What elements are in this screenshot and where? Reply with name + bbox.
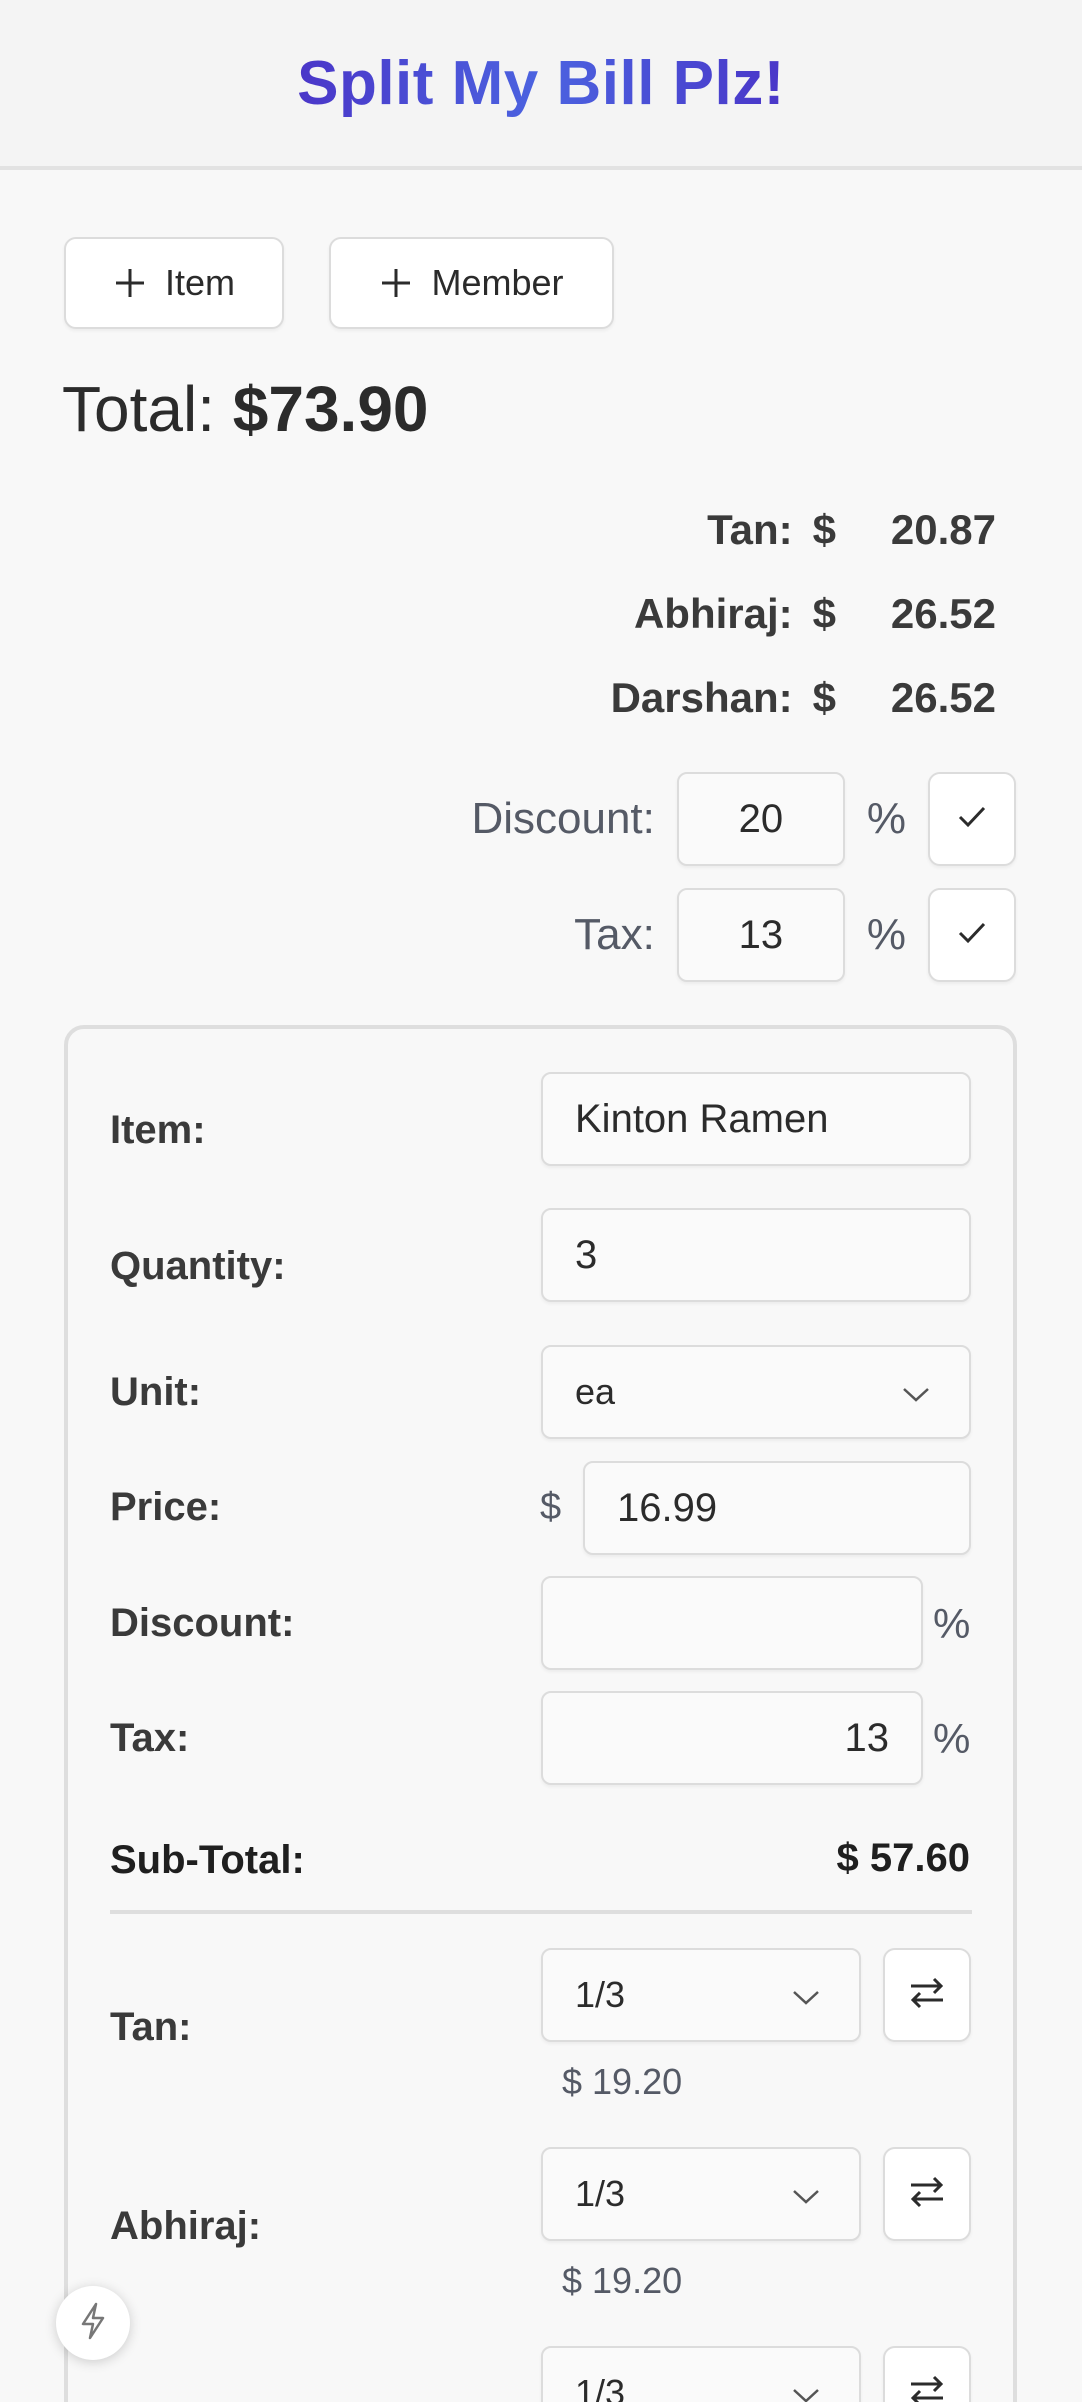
apply-tax-button[interactable] bbox=[928, 888, 1016, 982]
member-total-row: Darshan: $ 26.52 bbox=[611, 668, 996, 728]
item-tax-input[interactable]: 13 bbox=[541, 1691, 923, 1785]
app-header: Split My Bill Plz! bbox=[0, 0, 1082, 170]
app-title: Split My Bill Plz! bbox=[297, 48, 785, 118]
price-input[interactable]: 16.99 bbox=[583, 1461, 971, 1555]
chevron-down-icon bbox=[791, 2173, 821, 2215]
split-share-value: 1/3 bbox=[575, 1974, 626, 2015]
plus-icon bbox=[113, 266, 147, 300]
add-item-button[interactable]: Item bbox=[64, 237, 284, 329]
member-amount: 20.87 bbox=[890, 506, 996, 553]
subtotal-divider bbox=[110, 1910, 972, 1914]
swap-split-button[interactable] bbox=[883, 1948, 971, 2042]
swap-split-button[interactable] bbox=[883, 2147, 971, 2241]
global-tax-input[interactable]: 13 bbox=[676, 888, 845, 982]
floating-action-button[interactable] bbox=[56, 2286, 130, 2360]
item-discount-input[interactable] bbox=[541, 1576, 923, 1670]
member-currency: $ bbox=[812, 590, 836, 637]
price-label: Price: bbox=[110, 1485, 222, 1529]
member-currency: $ bbox=[812, 506, 836, 553]
quantity-label: Quantity: bbox=[110, 1244, 286, 1288]
chevron-down-icon bbox=[791, 1974, 821, 2016]
bill-total: Total: $73.90 bbox=[62, 372, 429, 446]
member-total-row: Tan: $ 20.87 bbox=[707, 500, 996, 560]
split-share-select[interactable]: 1/3 bbox=[541, 2346, 861, 2402]
check-icon bbox=[955, 794, 989, 844]
global-tax-unit: % bbox=[866, 910, 906, 959]
split-member-label: Tan: bbox=[110, 2005, 192, 2049]
unit-selected-value: ea bbox=[575, 1371, 616, 1412]
global-discount-row: Discount: 20 % bbox=[471, 772, 1016, 866]
item-tax-label: Tax: bbox=[110, 1716, 190, 1760]
subtotal-label: Sub-Total: bbox=[110, 1838, 305, 1882]
split-member-label: Abhiraj: bbox=[110, 2204, 262, 2248]
global-discount-label: Discount: bbox=[471, 794, 655, 843]
member-name: Darshan: bbox=[610, 674, 793, 721]
chevron-down-icon bbox=[901, 1371, 931, 1413]
global-discount-input[interactable]: 20 bbox=[676, 772, 845, 866]
lightning-icon bbox=[78, 2301, 108, 2346]
global-discount-unit: % bbox=[866, 794, 906, 843]
item-name-label: Item: bbox=[110, 1108, 206, 1152]
subtotal-value: $ 57.60 bbox=[836, 1836, 970, 1880]
item-discount-unit: % bbox=[933, 1600, 971, 1647]
global-tax-row: Tax: 13 % bbox=[574, 888, 1016, 982]
swap-arrows-icon bbox=[907, 2373, 947, 2402]
member-currency: $ bbox=[812, 674, 836, 721]
total-label: Total: bbox=[62, 373, 215, 445]
plus-icon bbox=[379, 266, 413, 300]
chevron-down-icon bbox=[791, 2372, 821, 2402]
add-member-button[interactable]: Member bbox=[329, 237, 614, 329]
unit-select[interactable]: ea bbox=[541, 1345, 971, 1439]
global-tax-label: Tax: bbox=[574, 910, 655, 959]
add-member-label: Member bbox=[431, 262, 564, 303]
price-currency: $ bbox=[540, 1486, 562, 1528]
apply-discount-button[interactable] bbox=[928, 772, 1016, 866]
swap-split-button[interactable] bbox=[883, 2346, 971, 2402]
split-share-select[interactable]: 1/3 bbox=[541, 2147, 861, 2241]
swap-arrows-icon bbox=[907, 1975, 947, 2016]
split-share-value: 1/3 bbox=[575, 2173, 626, 2214]
member-amount: 26.52 bbox=[890, 590, 996, 637]
total-value: $73.90 bbox=[232, 373, 429, 445]
swap-arrows-icon bbox=[907, 2174, 947, 2215]
member-total-row: Abhiraj: $ 26.52 bbox=[634, 584, 996, 644]
add-item-label: Item bbox=[164, 262, 235, 303]
item-discount-label: Discount: bbox=[110, 1601, 295, 1645]
split-share-value: 1/3 bbox=[575, 2372, 626, 2402]
unit-label: Unit: bbox=[110, 1370, 202, 1414]
split-amount: $ 19.20 bbox=[562, 2061, 683, 2102]
member-name: Tan: bbox=[707, 506, 793, 553]
item-tax-unit: % bbox=[933, 1715, 971, 1762]
member-name: Abhiraj: bbox=[633, 590, 793, 637]
split-amount: $ 19.20 bbox=[562, 2260, 683, 2301]
check-icon bbox=[955, 910, 989, 960]
member-amount: 26.52 bbox=[890, 674, 996, 721]
item-name-input[interactable]: Kinton Ramen bbox=[541, 1072, 971, 1166]
split-share-select[interactable]: 1/3 bbox=[541, 1948, 861, 2042]
quantity-input[interactable]: 3 bbox=[541, 1208, 971, 1302]
